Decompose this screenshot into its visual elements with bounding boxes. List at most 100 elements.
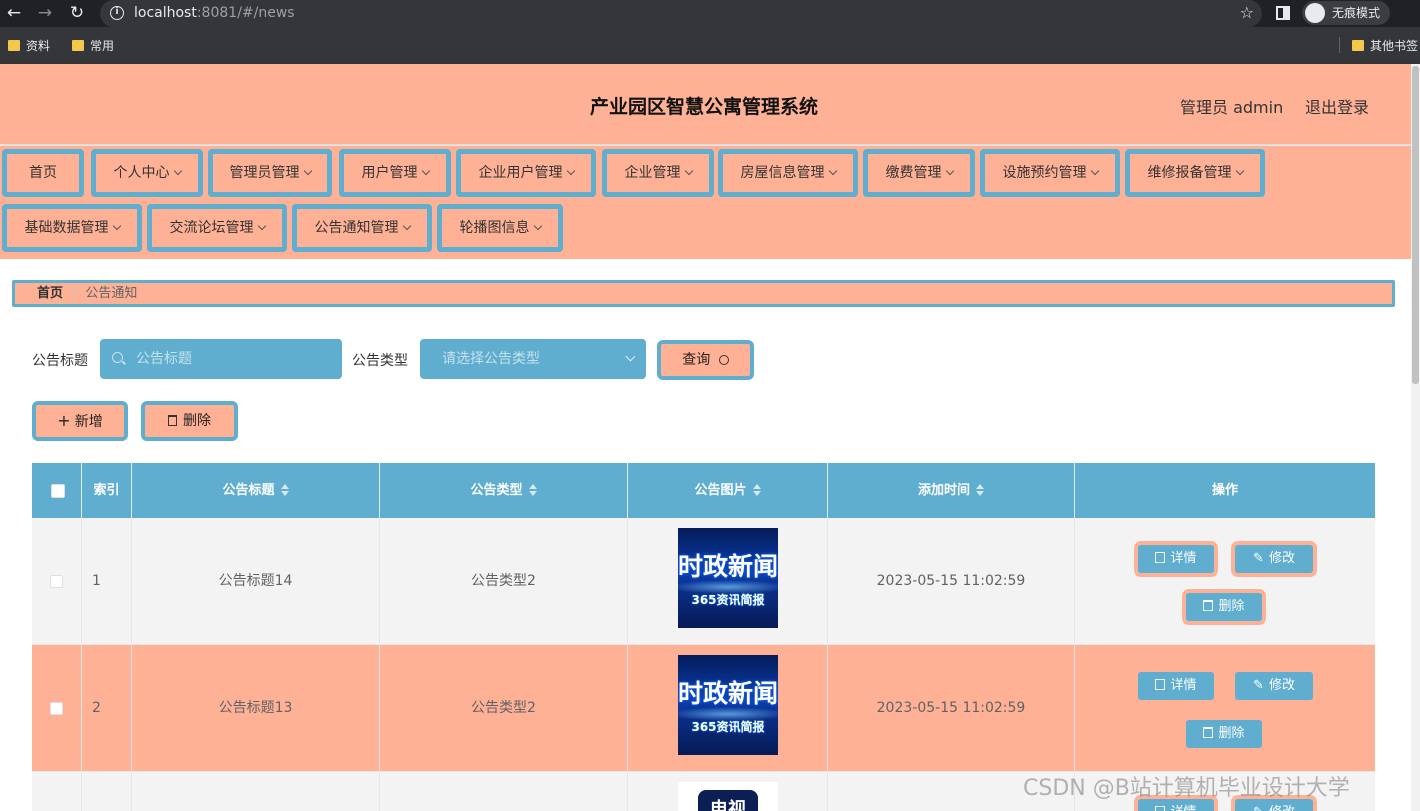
sort-icon[interactable]	[976, 483, 984, 496]
edit-button[interactable]: ✎修改	[1235, 545, 1313, 573]
top-menu: 首页 个人中心 管理员管理 用户管理 企业用户管理 企业管理 房屋信息管理 缴费…	[0, 146, 1420, 259]
chevron-down-icon	[533, 221, 542, 231]
reload-icon[interactable]: ↻	[66, 2, 88, 24]
row-image-cell: 时政新闻 365资讯简报	[628, 518, 828, 645]
image-text-sub: 365资讯简报	[691, 593, 765, 607]
menu-item-personal-center[interactable]: 个人中心	[91, 149, 203, 197]
row-checkbox[interactable]	[50, 702, 63, 715]
header-image[interactable]: 公告图片	[628, 463, 828, 518]
menu-item-enterprise-user-management[interactable]: 企业用户管理	[456, 149, 596, 197]
image-text-sub: 365资讯简报	[691, 720, 765, 734]
header-time[interactable]: 添加时间	[828, 463, 1075, 518]
menu-item-base-data-management[interactable]: 基础数据管理	[2, 204, 142, 252]
url-text[interactable]: localhost:8081/#/news	[134, 4, 295, 22]
row-time: 2023-05-15 11:02:59	[828, 645, 1075, 772]
add-button[interactable]: + 新增	[32, 401, 128, 441]
edit-button[interactable]: ✎修改	[1235, 672, 1313, 700]
edit-icon: ✎	[1253, 678, 1264, 693]
chevron-down-icon	[112, 221, 121, 231]
news-thumbnail-image: 电视	[678, 782, 778, 811]
notice-type-select[interactable]: 请选择公告类型	[420, 339, 646, 379]
row-image-cell: 时政新闻 365资讯简报	[628, 645, 828, 772]
trash-icon	[1203, 600, 1214, 611]
row-select-cell	[32, 772, 82, 811]
menu-item-notice-management[interactable]: 公告通知管理	[292, 204, 432, 252]
search-title-label: 公告标题	[32, 353, 88, 369]
menu-item-payment-management[interactable]: 缴费管理	[863, 149, 975, 197]
edit-icon: ✎	[1253, 805, 1264, 811]
row-actions-cell: 详情 ✎ 修改 删除	[1075, 518, 1375, 645]
chevron-down-icon	[1090, 166, 1099, 176]
header-actions: 操作	[1211, 483, 1238, 498]
sort-icon[interactable]	[528, 483, 537, 496]
chevron-down-icon	[684, 166, 693, 176]
menu-item-carousel-info[interactable]: 轮播图信息	[437, 204, 563, 252]
menu-item-house-info-management[interactable]: 房屋信息管理	[718, 149, 858, 197]
chevron-down-icon	[421, 166, 430, 176]
image-text-main: 时政新闻	[678, 552, 778, 581]
folder-icon	[8, 40, 20, 51]
menu-item-user-management[interactable]: 用户管理	[339, 149, 451, 197]
row-index: 2	[82, 645, 132, 772]
trash-icon	[1203, 727, 1214, 738]
row-select-cell	[32, 518, 82, 645]
bookmark-folder[interactable]: 资料	[6, 36, 50, 56]
edit-icon: ✎	[1253, 551, 1264, 566]
row-checkbox[interactable]	[50, 575, 63, 588]
bookmarks-bar: 资料 常用 其他书签	[0, 27, 1420, 64]
menu-item-home[interactable]: 首页	[2, 149, 84, 197]
watermark-text: CSDN @B站计算机毕业设计大学	[1023, 776, 1350, 801]
menu-item-forum-management[interactable]: 交流论坛管理	[147, 204, 287, 252]
document-icon	[1155, 679, 1166, 690]
header-index: 索引	[82, 463, 132, 518]
bookmark-folder[interactable]: 常用	[70, 36, 114, 56]
site-info-icon[interactable]: i	[110, 6, 124, 20]
row-time: 2023-05-15 11:02:59	[828, 518, 1075, 645]
browser-tab-strip: ← → ↻ i localhost:8081/#/news ☆ 无痕模式	[0, 0, 1420, 27]
logout-link[interactable]: 退出登录	[1305, 94, 1369, 118]
plus-icon: +	[57, 411, 71, 430]
delete-button[interactable]: 删除	[1186, 720, 1262, 748]
document-icon	[1155, 552, 1166, 563]
select-all-checkbox[interactable]	[51, 484, 65, 498]
sort-icon[interactable]	[752, 483, 761, 496]
incognito-indicator[interactable]: 无痕模式	[1302, 1, 1390, 25]
row-title: 公告标题14	[132, 518, 380, 645]
detail-button[interactable]: 详情	[1138, 545, 1214, 573]
news-thumbnail-image: 时政新闻 365资讯简报	[678, 655, 778, 755]
table-row: 2 公告标题13 公告类型2 时政新闻 365资讯简报 2023-05-15 1…	[32, 645, 1375, 772]
breadcrumb-separator: /	[72, 286, 77, 301]
batch-delete-button[interactable]: 删除	[141, 401, 238, 441]
search-title-input[interactable]: 公告标题	[100, 339, 342, 379]
row-image-cell: 电视	[628, 772, 828, 811]
detail-button[interactable]: 详情	[1138, 672, 1214, 700]
menu-item-repair-report-management[interactable]: 维修报备管理	[1125, 149, 1265, 197]
row-index	[82, 772, 132, 811]
search-icon	[112, 352, 123, 363]
search-title-placeholder: 公告标题	[136, 351, 192, 367]
chevron-down-icon	[828, 166, 837, 176]
row-actions-cell: 详情 ✎ 修改 删除	[1075, 645, 1375, 772]
table-row: 1 公告标题14 公告类型2 时政新闻 365资讯简报 2023-05-15 1…	[32, 518, 1375, 645]
folder-icon	[72, 40, 84, 51]
delete-button[interactable]: 删除	[1186, 593, 1262, 621]
trash-icon	[168, 415, 177, 426]
breadcrumb-home[interactable]: 首页	[37, 286, 63, 301]
folder-icon	[1352, 40, 1364, 51]
header-title[interactable]: 公告标题	[132, 463, 380, 518]
admin-label: 管理员 admin	[1180, 98, 1284, 117]
other-bookmarks-folder[interactable]: 其他书签	[1350, 36, 1418, 56]
back-arrow-icon[interactable]: ←	[3, 2, 25, 24]
bookmark-star-icon[interactable]: ☆	[1240, 3, 1254, 22]
menu-item-admin-management[interactable]: 管理员管理	[208, 149, 332, 197]
menu-item-facility-booking-management[interactable]: 设施预约管理	[980, 149, 1120, 197]
sort-icon[interactable]	[280, 483, 289, 496]
notice-type-placeholder: 请选择公告类型	[442, 351, 540, 367]
side-panel-icon[interactable]	[1276, 6, 1290, 20]
menu-item-enterprise-management[interactable]: 企业管理	[602, 149, 714, 197]
header-type[interactable]: 公告类型	[380, 463, 628, 518]
address-bar[interactable]: i localhost:8081/#/news ☆	[100, 0, 1262, 27]
query-button[interactable]: 查询	[657, 340, 754, 380]
scrollbar-thumb[interactable]	[1412, 66, 1419, 384]
forward-arrow-icon[interactable]: →	[34, 2, 56, 24]
